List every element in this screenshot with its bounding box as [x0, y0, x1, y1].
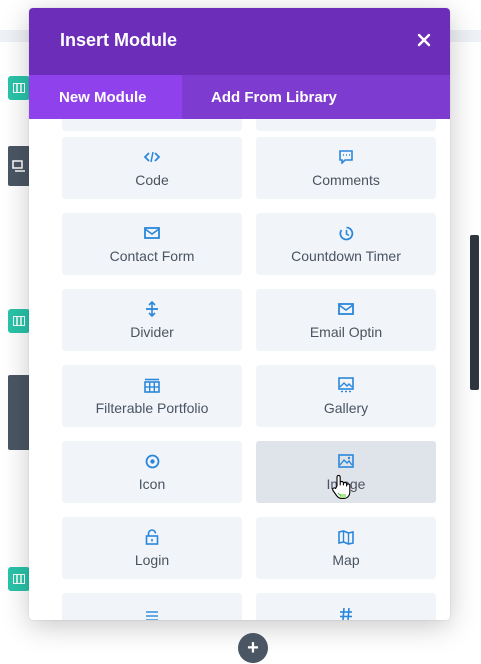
code-icon	[144, 148, 160, 166]
scrollbar[interactable]	[470, 235, 479, 390]
add-module-button[interactable]: +	[238, 633, 268, 663]
module-label: Map	[332, 552, 360, 568]
module-gallery[interactable]: Gallery	[256, 365, 436, 427]
row-handle-icon[interactable]	[8, 309, 30, 333]
comments-icon	[339, 148, 353, 166]
module-contact-form[interactable]: Contact Form	[62, 213, 242, 275]
module-login[interactable]: Login	[62, 517, 242, 579]
login-icon	[145, 528, 159, 546]
module-label: Code	[135, 172, 169, 188]
module-countdown-timer[interactable]: Countdown Timer	[256, 213, 436, 275]
module-label: Login	[134, 552, 170, 568]
module-label: Comments	[312, 172, 380, 188]
modal-title: Insert Module	[60, 30, 178, 50]
insert-module-modal: Insert Module New Module Add From Librar…	[29, 8, 450, 620]
module-label: Email Optin	[309, 324, 383, 340]
module-label: Contact Form	[109, 248, 195, 264]
menu-icon	[145, 607, 159, 620]
divider-icon	[145, 300, 159, 318]
module-label: Image	[326, 476, 366, 492]
close-icon[interactable]	[412, 28, 436, 52]
image-icon	[338, 452, 354, 470]
module-divider[interactable]: Divider	[62, 289, 242, 351]
icon-module-icon	[145, 452, 160, 470]
tab-new-module[interactable]: New Module	[29, 75, 182, 119]
filterable-portfolio-icon	[144, 376, 160, 394]
gallery-icon	[338, 376, 354, 394]
modal-header: Insert Module	[29, 8, 450, 75]
module-comments[interactable]: Comments	[256, 137, 436, 199]
module-icon[interactable]: Icon	[62, 441, 242, 503]
module-grid: Code Comments Contact Form Countdown Tim…	[29, 119, 450, 620]
module-label: Filterable Portfolio	[95, 400, 209, 416]
section-handle[interactable]	[8, 146, 30, 186]
map-icon	[338, 528, 354, 546]
module-label: Icon	[138, 476, 166, 492]
row-handle-icon[interactable]	[8, 76, 30, 100]
module-email-optin[interactable]: Email Optin	[256, 289, 436, 351]
row-handle-icon[interactable]	[8, 567, 30, 591]
module-code[interactable]: Code	[62, 137, 242, 199]
module-label: Gallery	[323, 400, 369, 416]
hashtag-icon	[339, 605, 353, 620]
module-partial-bottom-right[interactable]	[256, 593, 436, 620]
module-image[interactable]: Image	[256, 441, 436, 503]
module-partial-top-right[interactable]	[256, 119, 436, 131]
countdown-timer-icon	[338, 224, 354, 242]
modal-tabs: New Module Add From Library	[29, 75, 450, 119]
section-block	[8, 375, 30, 450]
tab-add-from-library[interactable]: Add From Library	[182, 75, 337, 119]
contact-form-icon	[144, 224, 160, 242]
module-label: Countdown Timer	[291, 248, 401, 264]
module-label: Divider	[130, 324, 174, 340]
module-partial-top-left[interactable]	[62, 119, 242, 131]
module-partial-bottom-left[interactable]	[62, 593, 242, 620]
email-optin-icon	[338, 300, 354, 318]
module-filterable-portfolio[interactable]: Filterable Portfolio	[62, 365, 242, 427]
module-map[interactable]: Map	[256, 517, 436, 579]
